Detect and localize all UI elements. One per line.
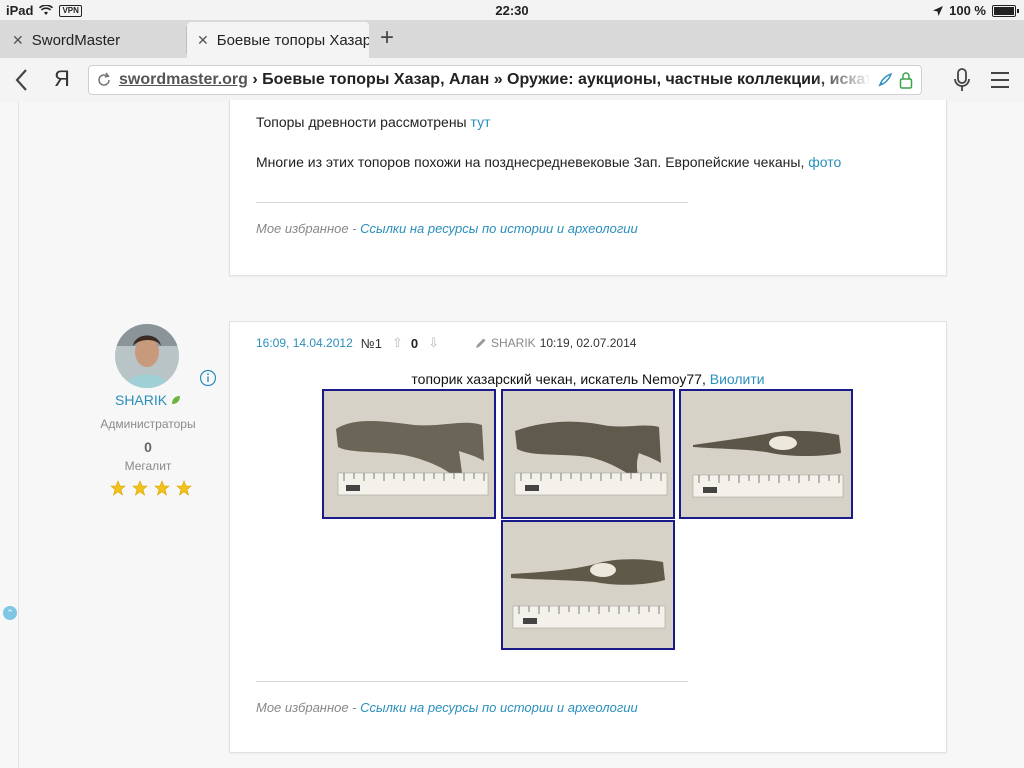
status-bar: iPad VPN 22:30 100 % <box>0 0 1024 20</box>
link-tut[interactable]: тут <box>471 114 491 130</box>
edited-by[interactable]: SHARIK <box>491 336 536 350</box>
post-card: 16:09, 14.04.2012 №1 ⇧ 0 ⇩ SHARIK 10:19,… <box>229 321 947 753</box>
left-rule <box>18 102 19 768</box>
leaf-icon <box>172 396 180 404</box>
signature-divider <box>256 202 688 203</box>
address-text: swordmaster.org › Боевые топоры Хазар, А… <box>119 71 869 89</box>
address-bar[interactable]: swordmaster.org › Боевые топоры Хазар, А… <box>88 65 922 95</box>
star-icon <box>154 480 170 496</box>
star-icon <box>132 480 148 496</box>
signature-link[interactable]: Ссылки на ресурсы по истории и археологи… <box>360 221 638 236</box>
post-meta: 16:09, 14.04.2012 №1 ⇧ 0 ⇩ SHARIK 10:19,… <box>256 335 636 351</box>
close-tab-icon[interactable]: ✕ <box>197 32 209 49</box>
address-domain: swordmaster.org <box>119 71 248 88</box>
axe-photo[interactable] <box>679 389 853 519</box>
axe-photo[interactable] <box>501 389 675 519</box>
signature-link[interactable]: Ссылки на ресурсы по истории и археологи… <box>360 700 638 715</box>
post-paragraph: Многие из этих топоров похожи на позднес… <box>256 154 841 170</box>
star-icon <box>176 480 192 496</box>
yandex-button[interactable]: Я <box>54 66 70 92</box>
address-fade <box>813 66 873 94</box>
rank-stars <box>110 480 192 496</box>
post-card-previous: Топоры древности рассмотрены тут Многие … <box>229 100 947 276</box>
edited-at: 10:19, 02.07.2014 <box>539 336 637 350</box>
signature: Мое избранное - Ссылки на ресурсы по ист… <box>256 700 638 715</box>
address-title: › Боевые топоры Хазар, Алан » Оружие: ау… <box>247 71 869 88</box>
vote-up-icon[interactable]: ⇧ <box>392 335 403 351</box>
tab-active[interactable]: ✕ Боевые топоры Хазар, Алан <box>187 22 369 58</box>
author-group: Администраторы <box>100 417 196 431</box>
reload-icon[interactable] <box>96 72 112 88</box>
microphone-icon[interactable] <box>952 67 972 93</box>
signature: Мое избранное - Ссылки на ресурсы по ист… <box>256 221 638 236</box>
info-icon[interactable] <box>199 369 217 387</box>
battery-percent: 100 % <box>949 3 986 18</box>
page-content: ⌃ Топоры древности рассмотрены тут Многи… <box>0 100 1024 768</box>
star-icon <box>110 480 126 496</box>
author-name-text[interactable]: SHARIK <box>115 392 167 408</box>
signature-prefix: Мое избранное - <box>256 700 361 715</box>
axe-photo[interactable] <box>501 520 675 650</box>
scroll-to-top-icon[interactable]: ⌃ <box>3 606 17 620</box>
post-number[interactable]: №1 <box>361 336 382 351</box>
close-tab-icon[interactable]: ✕ <box>12 32 24 49</box>
rocket-icon[interactable] <box>877 72 893 88</box>
axe-photo[interactable] <box>322 389 496 519</box>
image-caption: топорик хазарский чекан, искатель Nemoy7… <box>230 371 946 387</box>
location-arrow-icon <box>933 5 944 16</box>
lock-icon[interactable] <box>899 71 913 89</box>
signature-prefix: Мое избранное - <box>256 221 361 236</box>
paragraph-text: Многие из этих топоров похожи на позднес… <box>256 154 809 170</box>
signature-divider <box>256 681 688 682</box>
vote-down-icon[interactable]: ⇩ <box>428 335 439 351</box>
tab-title: Боевые топоры Хазар, Алан <box>216 31 369 49</box>
caption-text: топорик хазарский чекан, искатель Nemoy7… <box>411 371 710 387</box>
avatar[interactable] <box>115 324 179 388</box>
tab-title: SwordMaster <box>31 31 121 49</box>
back-icon[interactable] <box>12 67 32 93</box>
browser-toolbar: Я swordmaster.org › Боевые топоры Хазар,… <box>0 58 1024 103</box>
paragraph-text: Топоры древности рассмотрены <box>256 114 471 130</box>
author-rank: Мегалит <box>124 459 172 473</box>
tab-bar: ✕ SwordMaster ✕ Боевые топоры Хазар, Ала… <box>0 20 1024 58</box>
menu-icon[interactable] <box>990 71 1010 89</box>
tab-swordmaster[interactable]: ✕ SwordMaster <box>0 22 186 58</box>
post-paragraph: Топоры древности рассмотрены тут <box>256 114 491 130</box>
pencil-icon <box>476 338 486 348</box>
link-foto[interactable]: фото <box>808 154 841 170</box>
new-tab-button[interactable]: + <box>380 26 394 50</box>
vote-count: 0 <box>410 335 419 351</box>
author-name[interactable]: SHARIK <box>60 392 236 408</box>
post-date-link[interactable]: 16:09, 14.04.2012 <box>256 336 353 350</box>
clock: 22:30 <box>495 3 529 18</box>
author-reputation: 0 <box>144 439 152 455</box>
caption-link[interactable]: Виолити <box>710 371 765 387</box>
battery-icon <box>992 4 1019 17</box>
